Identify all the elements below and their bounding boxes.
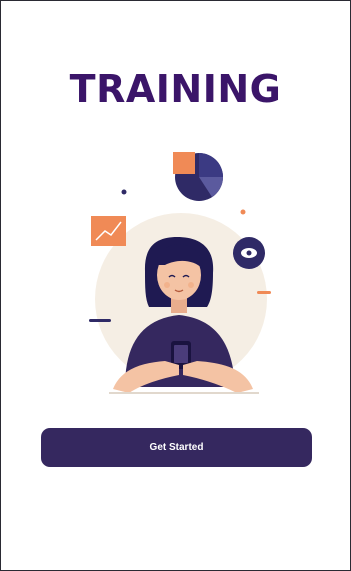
line-chart-icon (91, 216, 126, 246)
eye-icon (233, 237, 265, 269)
dash-decor (257, 291, 271, 294)
get-started-button[interactable]: Get Started (41, 428, 312, 467)
dot-decor (121, 189, 127, 195)
dot-decor (240, 209, 246, 215)
pie-chart-icon (173, 152, 223, 201)
dash-decor (89, 319, 111, 322)
training-illustration (89, 152, 271, 394)
app-screen: TRAINING Get Started (0, 0, 351, 571)
page-title: TRAINING (69, 67, 282, 111)
